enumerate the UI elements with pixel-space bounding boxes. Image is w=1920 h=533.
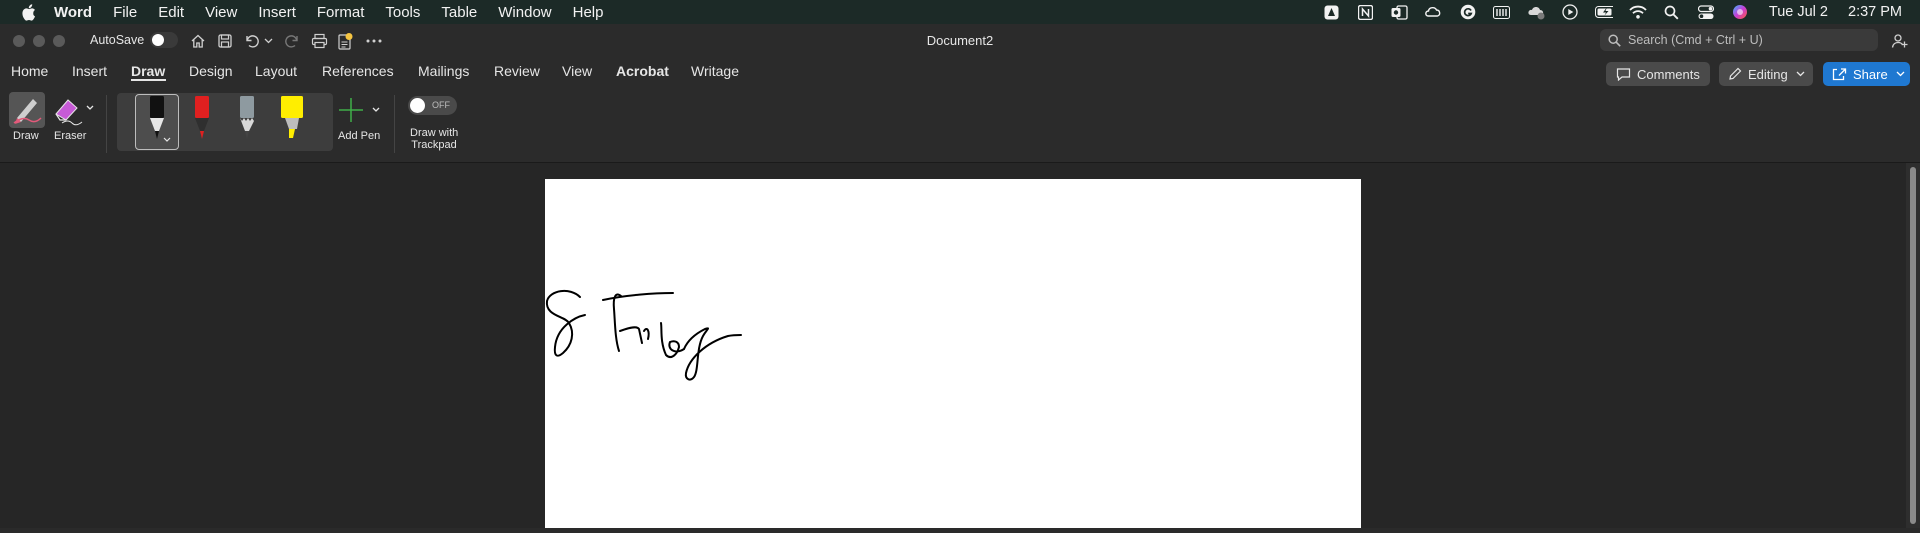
icloud-sync-status-icon[interactable] — [1527, 4, 1545, 20]
tab-home[interactable]: Home — [11, 63, 48, 79]
yellow-highlighter-icon — [281, 96, 303, 138]
eraser-chevron-down-icon[interactable] — [86, 105, 94, 110]
draw-pen-icon — [13, 99, 42, 124]
draw-with-trackpad-toggle[interactable]: OFF — [408, 96, 457, 115]
draw-with-trackpad-label-line2: Trackpad — [411, 139, 457, 151]
control-center-icon[interactable] — [1697, 4, 1715, 20]
battery-manager-status-icon[interactable] — [1493, 4, 1511, 20]
toggle-knob — [410, 98, 425, 113]
draw-tool-button[interactable] — [9, 92, 45, 128]
window-title-bar: AutoSave Document2 Search (Cmd + Ctrl + … — [0, 24, 1920, 57]
menu-format[interactable]: Format — [317, 4, 365, 21]
menu-table[interactable]: Table — [441, 4, 477, 21]
red-pen-icon — [195, 96, 209, 139]
menu-insert[interactable]: Insert — [258, 4, 296, 21]
draw-ribbon: Draw Eraser Add Pen OFF Draw with Trackp… — [0, 87, 1920, 163]
add-pen-label: Add Pen — [338, 130, 381, 142]
search-placeholder: Search (Cmd + Ctrl + U) — [1628, 33, 1763, 47]
siri-icon[interactable] — [1731, 4, 1749, 20]
document-page[interactable] — [545, 179, 1361, 528]
tab-writage[interactable]: Writage — [691, 63, 739, 79]
tab-insert[interactable]: Insert — [72, 63, 107, 79]
draw-tool-label: Draw — [13, 130, 39, 142]
tab-acrobat[interactable]: Acrobat — [616, 63, 669, 79]
apple-icon[interactable] — [18, 3, 38, 21]
grammarly-status-icon[interactable] — [1459, 4, 1477, 20]
play-status-icon[interactable] — [1561, 4, 1579, 20]
share-people-icon[interactable] — [1890, 32, 1908, 50]
menubar-date[interactable]: Tue Jul 2 — [1769, 4, 1828, 20]
editing-label: Editing — [1748, 66, 1788, 82]
menu-tools[interactable]: Tools — [385, 4, 420, 21]
tab-references[interactable]: References — [322, 63, 394, 79]
active-tab-indicator — [131, 79, 166, 81]
add-pen-chevron-down-icon[interactable] — [372, 107, 380, 112]
editing-mode-button[interactable]: Editing — [1719, 62, 1813, 86]
search-input[interactable]: Search (Cmd + Ctrl + U) — [1600, 29, 1878, 51]
menu-window[interactable]: Window — [498, 4, 551, 21]
yellow-highlighter-button[interactable] — [279, 95, 305, 152]
red-pen-button[interactable] — [190, 95, 214, 152]
scrollbar-thumb[interactable] — [1910, 167, 1916, 524]
comment-icon — [1616, 67, 1631, 81]
document-workspace — [0, 163, 1920, 528]
add-pen-plus-icon — [339, 98, 363, 122]
share-label: Share — [1853, 66, 1888, 82]
spotlight-search-icon[interactable] — [1663, 4, 1681, 20]
tab-layout[interactable]: Layout — [255, 63, 297, 79]
share-icon — [1832, 67, 1847, 81]
draw-with-trackpad-label-line1: Draw with — [410, 127, 459, 139]
tab-review[interactable]: Review — [494, 63, 540, 79]
wifi-icon[interactable] — [1629, 4, 1647, 20]
eraser-tool-button[interactable] — [50, 92, 86, 128]
pen-settings-chevron-down-icon[interactable] — [163, 137, 171, 142]
ribbon-separator-2 — [394, 95, 395, 153]
gray-pencil-button[interactable] — [235, 95, 259, 152]
toggle-state-text: OFF — [432, 100, 450, 110]
ribbon-separator — [106, 95, 107, 153]
status-menu-area: Tue Jul 2 2:37 PM — [1323, 0, 1902, 24]
outlook-status-icon[interactable] — [1391, 4, 1409, 20]
black-pen-button[interactable] — [145, 95, 169, 152]
tab-design[interactable]: Design — [189, 63, 233, 79]
search-icon — [1608, 33, 1621, 47]
tab-draw[interactable]: Draw — [131, 63, 165, 79]
notion-status-icon[interactable] — [1357, 4, 1375, 20]
menu-app-word[interactable]: Word — [54, 4, 92, 21]
share-button[interactable]: Share — [1823, 62, 1910, 86]
vertical-scrollbar[interactable] — [1906, 163, 1920, 528]
menu-edit[interactable]: Edit — [158, 4, 184, 21]
comments-button[interactable]: Comments — [1606, 62, 1710, 86]
chevron-down-icon — [1796, 71, 1805, 77]
ribbon-tab-bar: Home Insert Draw Design Layout Reference… — [0, 57, 1920, 87]
ink-signature-drawing[interactable] — [545, 179, 1361, 528]
menubar-time[interactable]: 2:37 PM — [1848, 4, 1902, 20]
add-pen-button[interactable] — [336, 95, 366, 125]
tab-view[interactable]: View — [562, 63, 592, 79]
menu-view[interactable]: View — [205, 4, 237, 21]
gray-pencil-icon — [240, 96, 254, 139]
comments-label: Comments — [1637, 66, 1700, 82]
acrobat-status-icon[interactable] — [1323, 4, 1341, 20]
share-chevron-down-icon — [1896, 71, 1905, 77]
battery-icon[interactable] — [1594, 4, 1613, 20]
pencil-icon — [1728, 67, 1742, 81]
system-menu-bar: Word File Edit View Insert Format Tools … — [0, 0, 1920, 24]
tab-mailings[interactable]: Mailings — [418, 63, 469, 79]
creative-cloud-status-icon[interactable] — [1425, 4, 1443, 20]
eraser-icon — [55, 99, 83, 126]
eraser-tool-label: Eraser — [54, 130, 87, 142]
menu-file[interactable]: File — [113, 4, 137, 21]
menu-help[interactable]: Help — [573, 4, 604, 21]
